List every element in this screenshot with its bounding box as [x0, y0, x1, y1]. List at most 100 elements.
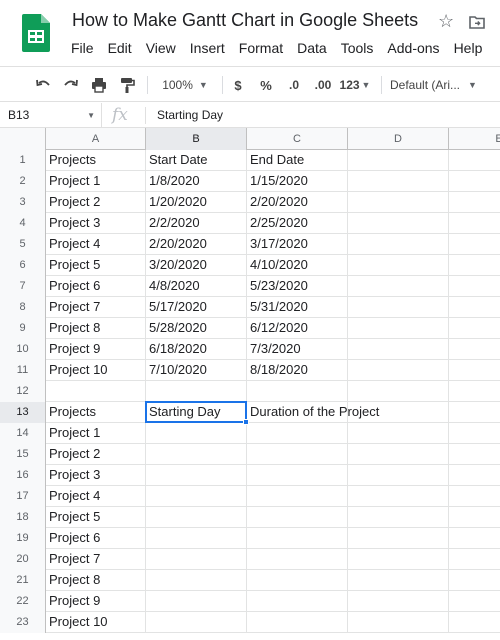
cell-e9[interactable] — [449, 318, 500, 339]
row-header[interactable]: 10 — [0, 339, 46, 360]
cell-a14[interactable]: Project 1 — [46, 423, 146, 444]
column-header-a[interactable]: A — [46, 128, 146, 150]
cell-a9[interactable]: Project 8 — [46, 318, 146, 339]
row-header[interactable]: 14 — [0, 423, 46, 444]
column-header-c[interactable]: C — [247, 128, 348, 150]
menu-help[interactable]: Help — [447, 38, 490, 58]
cell-e4[interactable] — [449, 213, 500, 234]
cell-e13[interactable] — [449, 402, 500, 423]
cell-c18[interactable] — [247, 507, 348, 528]
cell-a3[interactable]: Project 2 — [46, 192, 146, 213]
row-header[interactable]: 4 — [0, 213, 46, 234]
cell-a5[interactable]: Project 4 — [46, 234, 146, 255]
cell-d10[interactable] — [348, 339, 449, 360]
cell-c15[interactable] — [247, 444, 348, 465]
cell-b11[interactable]: 7/10/2020 — [146, 360, 247, 381]
row-header[interactable]: 20 — [0, 549, 46, 570]
row-header[interactable]: 6 — [0, 255, 46, 276]
cell-a11[interactable]: Project 10 — [46, 360, 146, 381]
cell-a13[interactable]: Projects — [46, 402, 146, 423]
row-header[interactable]: 5 — [0, 234, 46, 255]
cell-e16[interactable] — [449, 465, 500, 486]
cell-a15[interactable]: Project 2 — [46, 444, 146, 465]
cell-d17[interactable] — [348, 486, 449, 507]
cell-b3[interactable]: 1/20/2020 — [146, 192, 247, 213]
move-to-folder-icon[interactable] — [468, 13, 486, 31]
cell-c8[interactable]: 5/31/2020 — [247, 297, 348, 318]
row-header[interactable]: 18 — [0, 507, 46, 528]
cell-a19[interactable]: Project 6 — [46, 528, 146, 549]
row-header[interactable]: 12 — [0, 381, 46, 402]
cell-b17[interactable] — [146, 486, 247, 507]
cell-d14[interactable] — [348, 423, 449, 444]
zoom-select[interactable]: 100% ▼ — [156, 67, 214, 103]
name-box[interactable]: B13 ▼ — [0, 103, 102, 128]
cell-a12[interactable] — [46, 381, 146, 402]
cell-b19[interactable] — [146, 528, 247, 549]
cell-d19[interactable] — [348, 528, 449, 549]
cell-e11[interactable] — [449, 360, 500, 381]
cell-b13[interactable]: Starting Day — [146, 402, 247, 423]
cell-b14[interactable] — [146, 423, 247, 444]
cell-d9[interactable] — [348, 318, 449, 339]
cell-b12[interactable] — [146, 381, 247, 402]
row-header[interactable]: 11 — [0, 360, 46, 381]
cell-e23[interactable] — [449, 612, 500, 633]
column-header-e[interactable]: E — [449, 128, 500, 150]
cell-a7[interactable]: Project 6 — [46, 276, 146, 297]
cell-b7[interactable]: 4/8/2020 — [146, 276, 247, 297]
column-header-d[interactable]: D — [348, 128, 449, 150]
cell-d5[interactable] — [348, 234, 449, 255]
cell-a21[interactable]: Project 8 — [46, 570, 146, 591]
cell-d12[interactable] — [348, 381, 449, 402]
cell-e20[interactable] — [449, 549, 500, 570]
cell-c19[interactable] — [247, 528, 348, 549]
cell-d4[interactable] — [348, 213, 449, 234]
cell-d3[interactable] — [348, 192, 449, 213]
cell-d1[interactable] — [348, 150, 449, 171]
menu-file[interactable]: File — [64, 38, 101, 58]
menu-data[interactable]: Data — [290, 38, 334, 58]
cell-c10[interactable]: 7/3/2020 — [247, 339, 348, 360]
row-header[interactable]: 7 — [0, 276, 46, 297]
cell-d13[interactable] — [348, 402, 449, 423]
cell-a8[interactable]: Project 7 — [46, 297, 146, 318]
percent-format-button[interactable]: % — [257, 67, 275, 103]
cell-b23[interactable] — [146, 612, 247, 633]
cell-b18[interactable] — [146, 507, 247, 528]
row-header[interactable]: 9 — [0, 318, 46, 339]
cell-d22[interactable] — [348, 591, 449, 612]
cell-e6[interactable] — [449, 255, 500, 276]
cell-a23[interactable]: Project 10 — [46, 612, 146, 633]
cell-c7[interactable]: 5/23/2020 — [247, 276, 348, 297]
cell-b6[interactable]: 3/20/2020 — [146, 255, 247, 276]
menu-edit[interactable]: Edit — [101, 38, 139, 58]
cell-c13[interactable]: Duration of the Project — [247, 402, 379, 423]
cell-d8[interactable] — [348, 297, 449, 318]
cell-a16[interactable]: Project 3 — [46, 465, 146, 486]
cell-e12[interactable] — [449, 381, 500, 402]
row-header[interactable]: 8 — [0, 297, 46, 318]
cell-c5[interactable]: 3/17/2020 — [247, 234, 348, 255]
cell-e22[interactable] — [449, 591, 500, 612]
cell-b9[interactable]: 5/28/2020 — [146, 318, 247, 339]
fill-handle[interactable] — [243, 419, 249, 425]
cell-c14[interactable] — [247, 423, 348, 444]
menu-tools[interactable]: Tools — [334, 38, 381, 58]
font-select[interactable]: Default (Ari... ▼ — [390, 67, 490, 103]
cell-a10[interactable]: Project 9 — [46, 339, 146, 360]
print-icon[interactable] — [88, 67, 110, 103]
undo-icon[interactable] — [32, 67, 54, 103]
cell-c16[interactable] — [247, 465, 348, 486]
menu-add-ons[interactable]: Add-ons — [380, 38, 446, 58]
cell-e17[interactable] — [449, 486, 500, 507]
paint-format-icon[interactable] — [116, 67, 138, 103]
cell-c12[interactable] — [247, 381, 348, 402]
menu-insert[interactable]: Insert — [183, 38, 232, 58]
cell-d7[interactable] — [348, 276, 449, 297]
cell-c2[interactable]: 1/15/2020 — [247, 171, 348, 192]
cell-b20[interactable] — [146, 549, 247, 570]
cell-a1[interactable]: Projects — [46, 150, 146, 171]
cell-d6[interactable] — [348, 255, 449, 276]
cell-b21[interactable] — [146, 570, 247, 591]
